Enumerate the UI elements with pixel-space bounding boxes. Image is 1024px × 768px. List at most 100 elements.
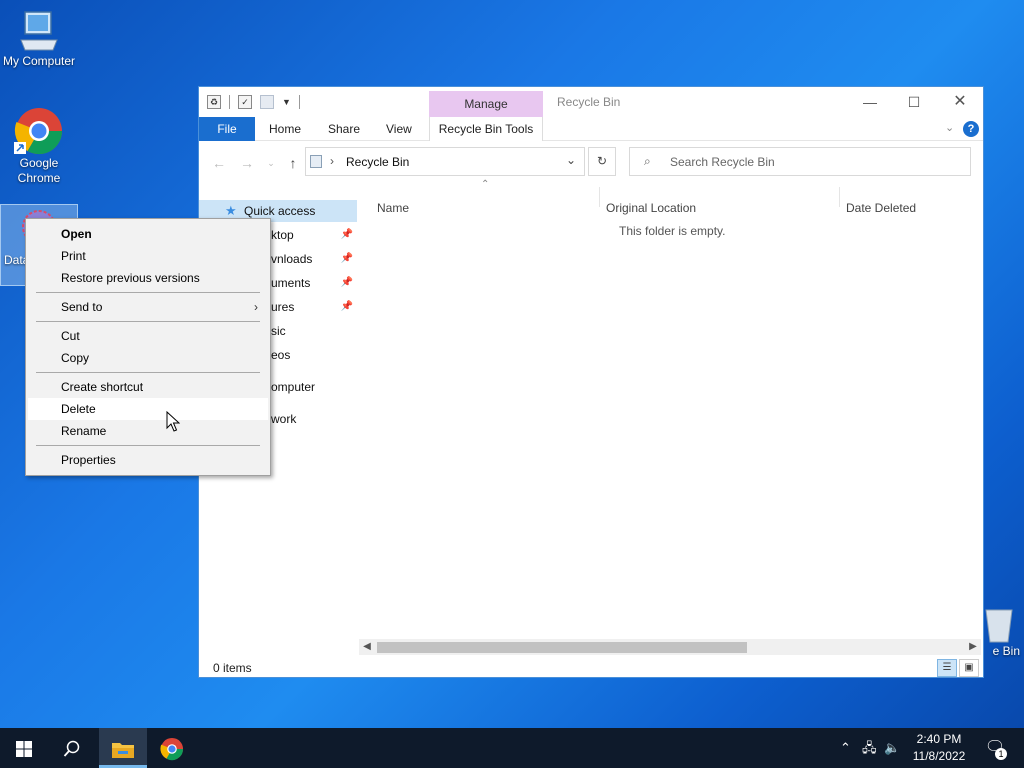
recycle-bin-location-icon — [310, 155, 322, 168]
window-title: Recycle Bin — [557, 95, 621, 109]
search-box[interactable]: ⌕ Search Recycle Bin — [629, 147, 971, 176]
navigation-bar: ← → ⌄ ↑ › Recycle Bin ⌄ ↻ ⌕ Search Recyc… — [199, 147, 983, 177]
computer-icon — [20, 11, 58, 51]
nav-item-label: uments — [271, 276, 311, 290]
tab-view[interactable]: View — [376, 117, 422, 141]
file-explorer-taskbar-button[interactable] — [99, 728, 147, 768]
menu-separator — [36, 321, 260, 322]
search-placeholder: Search Recycle Bin — [670, 155, 775, 169]
search-taskbar-button[interactable] — [48, 728, 96, 768]
nav-item-label: work — [271, 412, 297, 426]
windows-logo-icon — [16, 740, 32, 757]
submenu-chevron-right-icon: › — [254, 300, 258, 314]
toolbar-separator — [229, 95, 230, 109]
file-explorer-window: ♻ ✓ ▼ Manage Recycle Bin — ☐ ✕ File Home… — [198, 86, 984, 678]
show-hidden-icons-chevron-icon[interactable]: ⌃ — [840, 728, 851, 768]
recent-locations-chevron-icon[interactable]: ⌄ — [261, 153, 281, 173]
menu-item-copy[interactable]: Copy — [28, 347, 268, 369]
chrome-icon — [14, 108, 63, 155]
address-text: Recycle Bin — [346, 155, 410, 169]
details-view-icon[interactable]: ☰ — [937, 659, 957, 677]
menu-item-print[interactable]: Print — [28, 245, 268, 267]
quick-access-toolbar: ♻ ✓ ▼ — [207, 95, 300, 109]
chrome-icon — [160, 737, 184, 760]
address-dropdown-chevron-icon[interactable]: ⌄ — [566, 153, 576, 167]
search-icon — [63, 740, 80, 757]
context-menu: Open Print Restore previous versions Sen… — [25, 218, 271, 476]
clock-time: 2:40 PM — [916, 732, 962, 746]
column-header-name[interactable]: Name — [377, 197, 409, 219]
desktop-icon-label: Google Chrome — [17, 156, 61, 185]
back-arrow-icon[interactable]: ← — [209, 153, 229, 173]
menu-item-delete[interactable]: Delete — [28, 398, 268, 420]
column-separator[interactable] — [839, 187, 840, 207]
menu-item-rename[interactable]: Rename — [28, 420, 268, 442]
status-bar: 0 items ☰ ▣ — [199, 659, 983, 679]
tab-home[interactable]: Home — [259, 117, 311, 141]
address-bar[interactable]: › Recycle Bin ⌄ — [305, 147, 585, 176]
desktop-icon-google-chrome[interactable]: Google Chrome — [0, 106, 78, 186]
column-header-original-location[interactable]: Original Location — [606, 197, 696, 219]
column-header-date-deleted[interactable]: Date Deleted — [846, 197, 916, 219]
new-folder-icon[interactable] — [260, 95, 274, 109]
horizontal-scrollbar[interactable]: ◀ ▶ — [359, 639, 981, 655]
clock[interactable]: 2:40 PM 11/8/2022 — [904, 731, 974, 765]
customize-toolbar-arrow-icon[interactable]: ▼ — [282, 97, 291, 107]
tab-share[interactable]: Share — [318, 117, 370, 141]
properties-check-icon[interactable]: ✓ — [238, 95, 252, 109]
large-icons-view-icon[interactable]: ▣ — [959, 659, 979, 677]
sort-up-chevron-icon: ⌃ — [481, 179, 490, 190]
nav-item-label: ures — [271, 300, 295, 314]
menu-item-properties[interactable]: Properties — [28, 449, 268, 471]
expand-ribbon-chevron-icon[interactable]: ⌄ — [945, 121, 954, 134]
empty-folder-message: This folder is empty. — [619, 224, 726, 238]
notifications-button[interactable]: 🗨 1 — [982, 728, 1008, 768]
desktop-icon-label: My Computer — [2, 54, 76, 68]
clock-date: 11/8/2022 — [912, 749, 966, 763]
minimize-button[interactable]: — — [847, 87, 893, 117]
mouse-cursor-icon — [166, 411, 180, 432]
search-icon: ⌕ — [644, 154, 651, 168]
title-bar[interactable]: ♻ ✓ ▼ Manage Recycle Bin — ☐ ✕ — [199, 87, 983, 117]
close-button[interactable]: ✕ — [937, 87, 983, 117]
ribbon-tabs: File Home Share View Recycle Bin Tools ⌄… — [199, 117, 983, 141]
tab-recycle-bin-tools[interactable]: Recycle Bin Tools — [429, 117, 543, 141]
maximize-button[interactable]: ☐ — [891, 87, 937, 117]
start-button[interactable] — [0, 728, 48, 768]
nav-item-label: omputer — [271, 380, 316, 394]
breadcrumb-separator-icon: › — [330, 154, 334, 168]
refresh-button[interactable]: ↻ — [588, 147, 616, 176]
menu-item-cut[interactable]: Cut — [28, 325, 268, 347]
desktop-icon-my-computer[interactable]: My Computer — [0, 10, 78, 69]
menu-item-send-to[interactable]: Send to › — [28, 296, 268, 318]
nav-item-label: eos — [271, 348, 291, 362]
menu-item-open[interactable]: Open — [28, 223, 268, 245]
nav-item-label: vnloads — [271, 252, 313, 266]
recycle-bin-icon — [985, 609, 1013, 643]
tab-file[interactable]: File — [199, 117, 255, 141]
manage-contextual-tab[interactable]: Manage — [429, 91, 543, 117]
pin-icon: 📌 — [340, 301, 353, 312]
help-icon[interactable]: ? — [963, 121, 979, 137]
menu-item-label: Send to — [61, 300, 103, 314]
pin-icon: 📌 — [340, 277, 353, 288]
volume-icon[interactable]: 🔈 — [884, 728, 900, 768]
menu-separator — [36, 445, 260, 446]
notification-count-badge: 1 — [995, 748, 1007, 760]
scroll-left-arrow-icon[interactable]: ◀ — [359, 639, 375, 655]
column-separator[interactable] — [599, 187, 600, 207]
scroll-right-arrow-icon[interactable]: ▶ — [965, 639, 981, 655]
menu-item-restore-previous-versions[interactable]: Restore previous versions — [28, 267, 268, 289]
toolbar-separator — [298, 95, 300, 109]
chrome-taskbar-button[interactable] — [148, 728, 196, 768]
up-arrow-icon[interactable]: ↑ — [283, 153, 303, 173]
nav-item-label: ktop — [271, 228, 294, 242]
forward-arrow-icon[interactable]: → — [237, 153, 257, 173]
recycle-small-icon: ♻ — [207, 95, 221, 109]
nav-item-label: sic — [271, 324, 286, 338]
taskbar: ⌃ 🖧 🔈 2:40 PM 11/8/2022 🗨 1 — [0, 728, 1024, 768]
network-icon[interactable]: 🖧 — [862, 728, 877, 768]
menu-item-create-shortcut[interactable]: Create shortcut — [28, 376, 268, 398]
scrollbar-thumb[interactable] — [377, 642, 747, 653]
pin-icon: 📌 — [340, 253, 353, 264]
